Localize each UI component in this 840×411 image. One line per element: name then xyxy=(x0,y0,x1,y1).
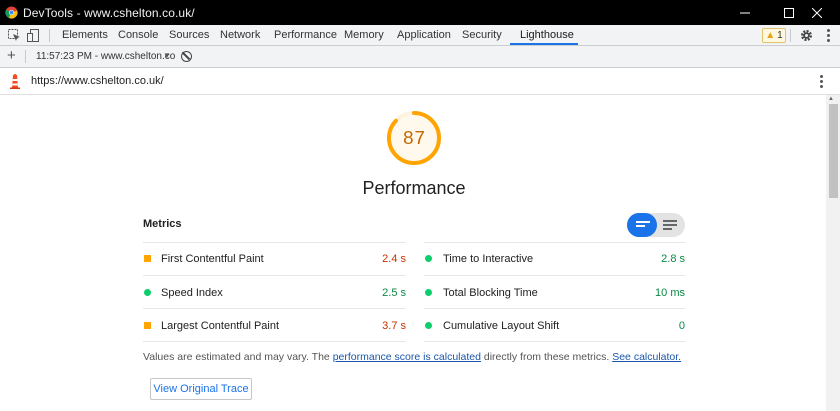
scroll-up-arrow-icon[interactable]: ▲ xyxy=(828,96,834,102)
toolbar-divider xyxy=(49,29,50,42)
device-toolbar-icon[interactable] xyxy=(27,29,40,42)
category-title: Performance xyxy=(362,178,466,198)
metric-divider xyxy=(143,308,406,309)
window-title: DevTools - www.cshelton.co.uk/ xyxy=(23,6,195,20)
performance-score-value: 87 xyxy=(402,128,426,150)
new-report-button[interactable]: + xyxy=(7,47,16,65)
note-text: directly from these metrics. xyxy=(480,351,613,363)
minimize-icon xyxy=(740,12,750,13)
warnings-badge[interactable]: ▲ 1 xyxy=(762,28,786,43)
settings-gear-icon[interactable] xyxy=(800,29,813,42)
warning-icon: ▲ xyxy=(765,30,776,41)
tab-security[interactable]: Security xyxy=(462,25,502,46)
tab-memory[interactable]: Memory xyxy=(344,25,384,46)
metric-value: 3.7 s xyxy=(382,320,406,332)
scrollbar-thumb[interactable] xyxy=(829,104,838,198)
average-square-icon xyxy=(144,255,151,262)
more-options-icon[interactable] xyxy=(827,29,830,44)
metric-divider xyxy=(143,341,406,342)
lighthouse-icon xyxy=(10,74,20,89)
pass-circle-icon xyxy=(425,255,432,262)
metric-divider xyxy=(143,242,406,243)
metric-divider xyxy=(424,275,685,276)
metric-value: 0 xyxy=(678,320,685,332)
metric-divider xyxy=(424,308,685,309)
report-selector[interactable]: 11:57:23 PM - www.cshelton.co xyxy=(36,51,175,62)
compact-view-icon xyxy=(636,221,650,229)
toolbar-divider xyxy=(25,50,26,63)
metrics-disclaimer: Values are estimated and may vary. The p… xyxy=(143,351,681,363)
tab-performance[interactable]: Performance xyxy=(274,25,337,46)
pass-circle-icon xyxy=(144,289,151,296)
active-tab-indicator xyxy=(510,43,578,45)
score-calculation-link[interactable]: performance score is calculated xyxy=(333,351,481,363)
metric-label: Largest Contentful Paint xyxy=(161,320,280,332)
tab-elements[interactable]: Elements xyxy=(62,25,108,46)
close-icon xyxy=(812,7,822,18)
tab-application[interactable]: Application xyxy=(397,25,451,46)
minimize-button[interactable] xyxy=(722,0,768,25)
metric-divider xyxy=(424,341,685,342)
report-menu-icon[interactable] xyxy=(820,75,823,90)
metric-label: Total Blocking Time xyxy=(443,287,538,299)
inspect-element-icon[interactable] xyxy=(8,29,21,42)
clear-reports-icon[interactable] xyxy=(181,51,192,62)
pass-circle-icon xyxy=(425,289,432,296)
close-button[interactable] xyxy=(794,0,840,25)
maximize-icon xyxy=(784,7,794,18)
metric-value: 2.4 s xyxy=(382,253,406,265)
chrome-icon xyxy=(5,6,18,19)
tab-console[interactable]: Console xyxy=(118,25,158,46)
window-titlebar: DevTools - www.cshelton.co.uk/ xyxy=(0,0,840,25)
tab-sources[interactable]: Sources xyxy=(169,25,209,46)
pass-circle-icon xyxy=(425,322,432,329)
metric-value: 2.8 s xyxy=(661,253,685,265)
metric-label: Cumulative Layout Shift xyxy=(443,320,560,332)
metric-value: 2.5 s xyxy=(382,287,406,299)
metric-label: Time to Interactive xyxy=(443,253,534,265)
metric-label: First Contentful Paint xyxy=(161,253,264,265)
report-url[interactable]: https://www.cshelton.co.uk/ xyxy=(31,75,164,87)
metric-divider xyxy=(424,242,685,243)
expanded-view-icon[interactable] xyxy=(663,220,677,232)
see-calculator-link[interactable]: See calculator. xyxy=(612,351,681,363)
tab-network[interactable]: Network xyxy=(220,25,260,46)
metrics-heading: Metrics xyxy=(143,218,182,230)
average-square-icon xyxy=(144,322,151,329)
chevron-down-icon[interactable]: ▼ xyxy=(163,51,171,60)
metric-divider xyxy=(143,275,406,276)
view-original-trace-button[interactable]: View Original Trace xyxy=(150,378,252,400)
toolbar-divider xyxy=(790,29,791,42)
metric-label: Speed Index xyxy=(161,287,223,299)
metric-value: 10 ms xyxy=(655,287,685,299)
note-text: Values are estimated and may vary. The xyxy=(143,351,333,363)
warnings-count: 1 xyxy=(777,30,783,41)
